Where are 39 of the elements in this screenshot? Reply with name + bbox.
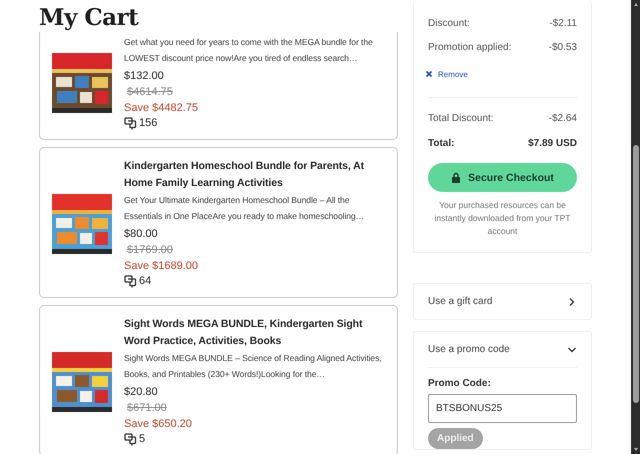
price: $132.00 (124, 69, 165, 84)
original-price: $4614.75 (126, 85, 174, 100)
scrollbar[interactable] (631, 0, 640, 454)
original-price: $1769.00 (126, 243, 174, 258)
stack-icon (124, 433, 137, 446)
summary-value: -$0.53 (548, 41, 577, 55)
resource-count: 156 (139, 116, 158, 131)
summary-label: Total Discount: (428, 112, 494, 126)
price: $80.00 (124, 227, 159, 242)
summary-label: Promotion applied: (428, 41, 512, 55)
product-description: Get what you need for years to come with the MEGA bundle for the LOWEST discount price now!Are you tired of endless search… (124, 36, 374, 65)
original-price: $671.00 (126, 401, 168, 416)
product-description: Get Your Ultimate Kindergarten Homeschool Bundle – All the Essentials in One PlaceAre you ready to make homeschooling… (124, 194, 366, 223)
summary-label: Discount: (428, 17, 470, 31)
stack-icon (124, 117, 137, 130)
product-description: Sight Words MEGA BUNDLE – Science of Reading Aligned Activities, Books, and Printables (230+ Words!)Looking for the… (124, 352, 383, 381)
price: $20.80 (124, 385, 159, 400)
chevron-icon (567, 296, 577, 306)
resource-count: 5 (139, 432, 146, 447)
checkout-button[interactable]: Secure Checkout (428, 163, 577, 192)
field-label: Promo Code: (428, 378, 492, 389)
stack-icon (124, 275, 137, 288)
lock-icon (451, 172, 462, 183)
savings: Save $4482.75 (124, 101, 200, 116)
page-title: My Cart (39, 4, 140, 32)
close-icon (425, 70, 433, 78)
total-value: $7.89 USD (528, 137, 577, 151)
savings: Save $650.20 (124, 417, 193, 432)
summary-value: -$2.11 (549, 17, 577, 31)
chevron-icon (567, 344, 577, 354)
resource-count: 64 (139, 274, 152, 289)
checkout-note: Your purchased resources can be instantly downloaded from your TPT account (434, 199, 572, 238)
remove-link[interactable]: Remove (425, 70, 468, 78)
total-label: Total: (428, 137, 454, 151)
savings: Save $1689.00 (124, 259, 200, 274)
summary-value: -$2.64 (548, 112, 577, 126)
gift-card-toggle[interactable]: Use a gift card (428, 284, 577, 319)
product-title[interactable]: Sight Words MEGA BUNDLE, Kindergarten Sight Word Practice, Activities, Books (124, 316, 389, 350)
product-title[interactable]: Kindergarten Homeschool Bundle for Parents, At Home Family Learning Activities (124, 158, 389, 192)
